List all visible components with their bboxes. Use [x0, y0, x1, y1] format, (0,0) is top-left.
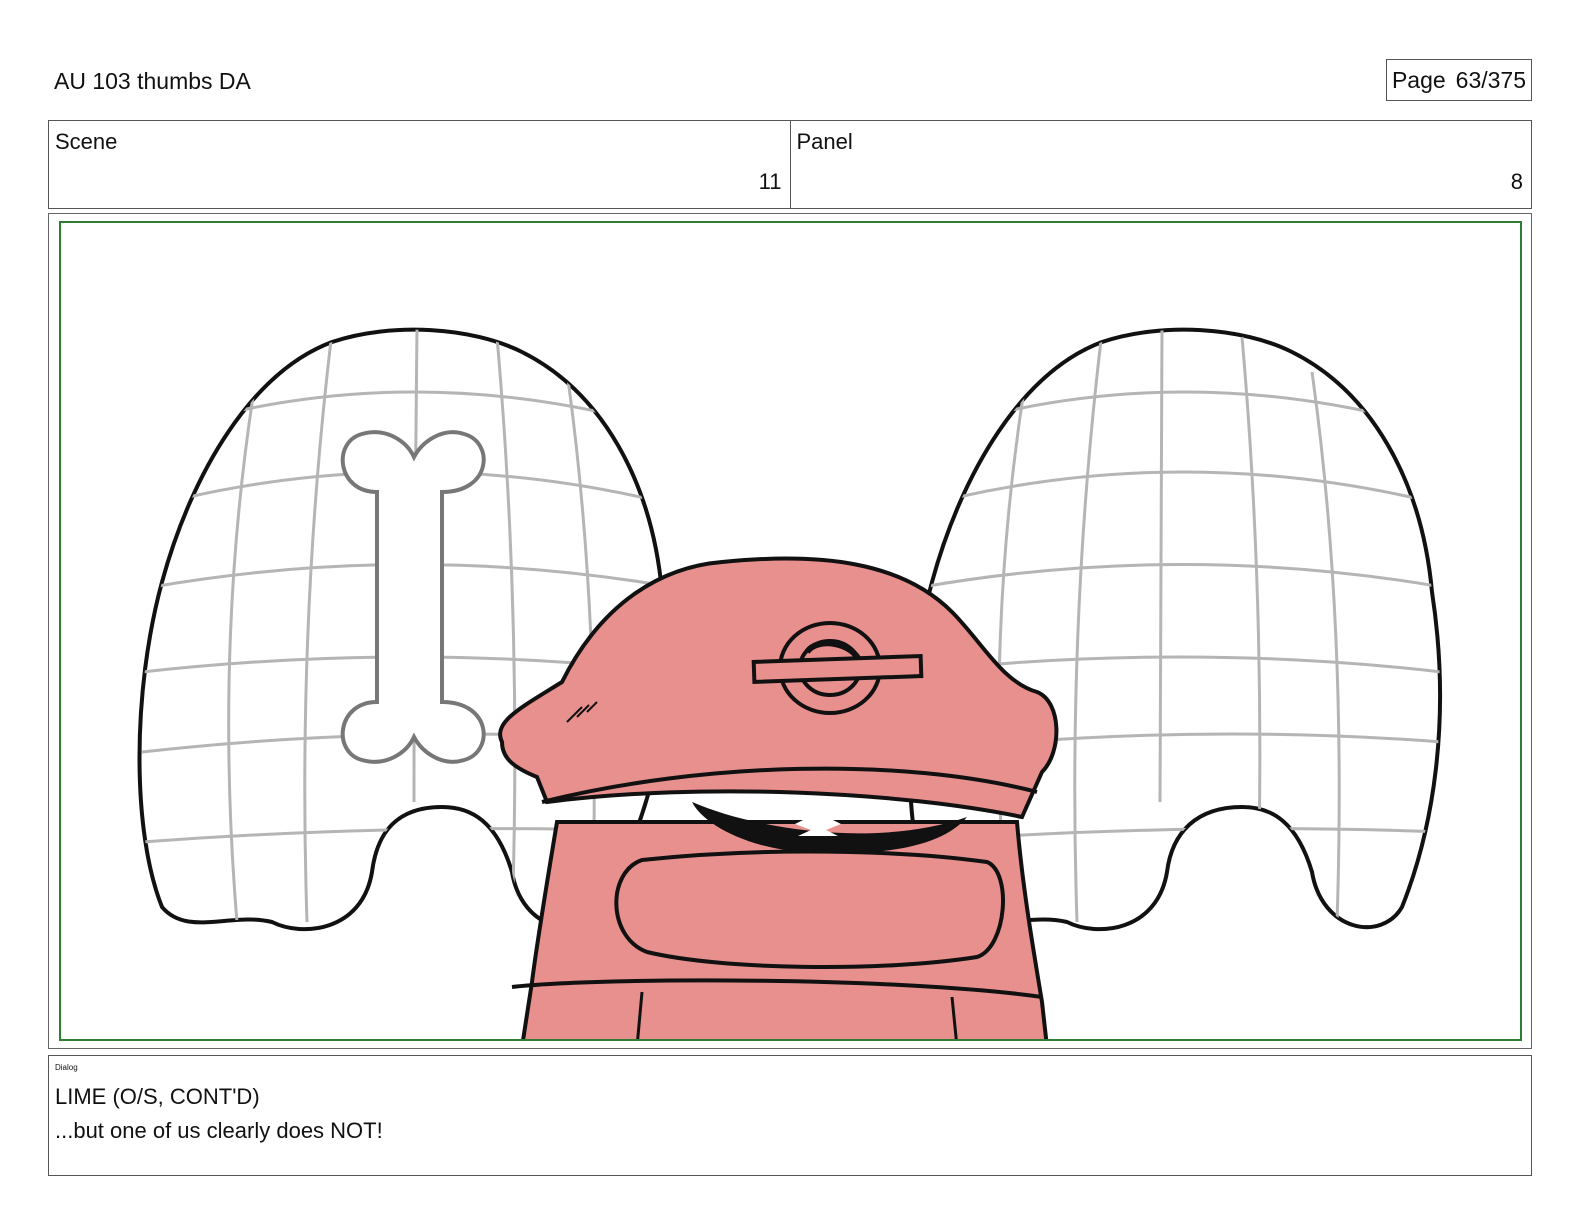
dialog-label: Dialog: [55, 1063, 78, 1072]
scene-number: 11: [758, 169, 782, 194]
document-title: AU 103 thumbs DA: [54, 68, 251, 94]
page-value: 63/375: [1455, 66, 1527, 93]
scene-panel-row: Scene 11 Panel 8: [48, 120, 1532, 209]
storyboard-drawing: [137, 327, 1443, 1039]
panel-cell: Panel 8: [789, 121, 1532, 208]
panel-number: 8: [1510, 169, 1523, 194]
scene-label: Scene: [55, 129, 118, 154]
scene-cell: Scene 11: [49, 121, 790, 208]
page-label: Page: [1391, 66, 1446, 93]
page-counter: Page 63/375: [1386, 59, 1532, 101]
dialog-speaker: LIME (O/S, CONT'D): [55, 1084, 260, 1109]
panel-label: Panel: [796, 129, 853, 154]
dialog-box: Dialog LIME (O/S, CONT'D) ...but one of …: [48, 1055, 1532, 1176]
storyboard-panel: [59, 221, 1522, 1041]
dialog-text: ...but one of us clearly does NOT!: [55, 1118, 383, 1143]
